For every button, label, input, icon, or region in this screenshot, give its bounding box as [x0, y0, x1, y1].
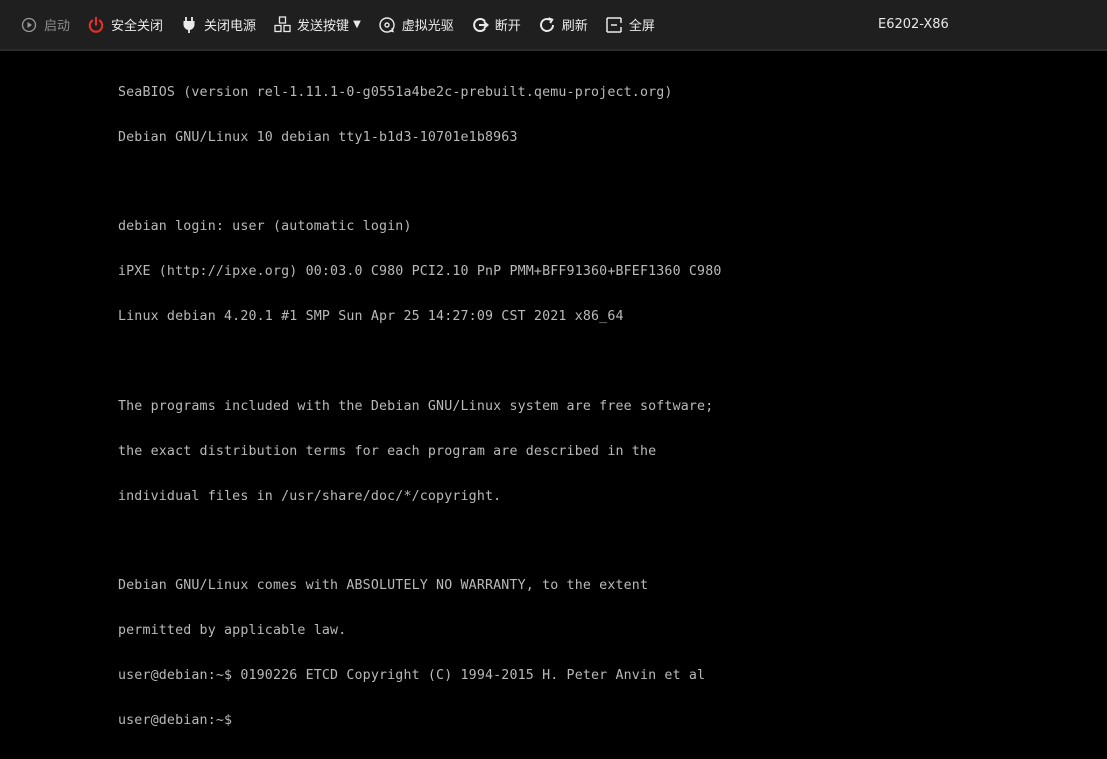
console-toolbar: 启动 安全关闭 关闭电源 发送按键 ▼ 虚拟光驱 断开 刷新 全屏 E6202-… [0, 0, 1107, 51]
fullscreen-icon [605, 16, 623, 34]
send-keys-label: 发送按键 [297, 19, 350, 34]
start-button[interactable]: 启动 [20, 10, 70, 40]
chevron-down-icon: ▼ [353, 19, 361, 30]
virtual-cdrom-button[interactable]: 虚拟光驱 [378, 10, 454, 40]
virtual-cdrom-label: 虚拟光驱 [401, 19, 454, 34]
console-output: SeaBIOS (version rel-1.11.1-0-g0551a4be2… [118, 56, 722, 759]
send-keys-dropdown[interactable]: 发送按键 ▼ [273, 10, 361, 40]
keyboard-icon [273, 16, 291, 34]
console-line: Linux debian 4.20.1 #1 SMP Sun Apr 25 14… [118, 309, 624, 325]
console-line: permitted by applicable law. [118, 623, 347, 639]
safe-shutdown-label: 安全关闭 [111, 19, 164, 34]
vm-console-screen[interactable]: SeaBIOS (version rel-1.11.1-0-g0551a4be2… [0, 53, 1107, 728]
console-line: individual files in /usr/share/doc/*/cop… [118, 488, 502, 504]
disconnect-label: 断开 [494, 19, 521, 34]
disc-icon [378, 16, 396, 34]
console-line: user@debian:~$ 0190226 ETCD Copyright (C… [118, 667, 706, 683]
disconnect-button[interactable]: 断开 [471, 10, 521, 40]
console-line: SeaBIOS (version rel-1.11.1-0-g0551a4be2… [118, 84, 673, 100]
host-name: E6202-X86 [878, 17, 949, 32]
fullscreen-label: 全屏 [628, 19, 655, 34]
console-prompt: user@debian:~$ [118, 712, 233, 728]
start-label: 启动 [44, 19, 71, 34]
plug-icon [180, 16, 198, 34]
console-line: Debian GNU/Linux comes with ABSOLUTELY N… [118, 578, 649, 594]
refresh-icon [538, 16, 556, 34]
power-off-button[interactable]: 关闭电源 [180, 10, 256, 40]
console-line: iPXE (http://ipxe.org) 00:03.0 C980 PCI2… [118, 264, 722, 280]
refresh-button[interactable]: 刷新 [538, 10, 588, 40]
disconnect-icon [471, 16, 489, 34]
play-circle-icon [20, 16, 38, 34]
refresh-label: 刷新 [561, 19, 588, 34]
safe-shutdown-button[interactable]: 安全关闭 [87, 10, 163, 40]
console-line: debian login: user (automatic login) [118, 219, 412, 235]
console-line: the exact distribution terms for each pr… [118, 443, 657, 459]
console-line: Debian GNU/Linux 10 debian tty1-b1d3-107… [118, 129, 518, 145]
fullscreen-button[interactable]: 全屏 [605, 10, 655, 40]
power-off-label: 关闭电源 [204, 19, 257, 34]
power-icon [87, 16, 105, 34]
